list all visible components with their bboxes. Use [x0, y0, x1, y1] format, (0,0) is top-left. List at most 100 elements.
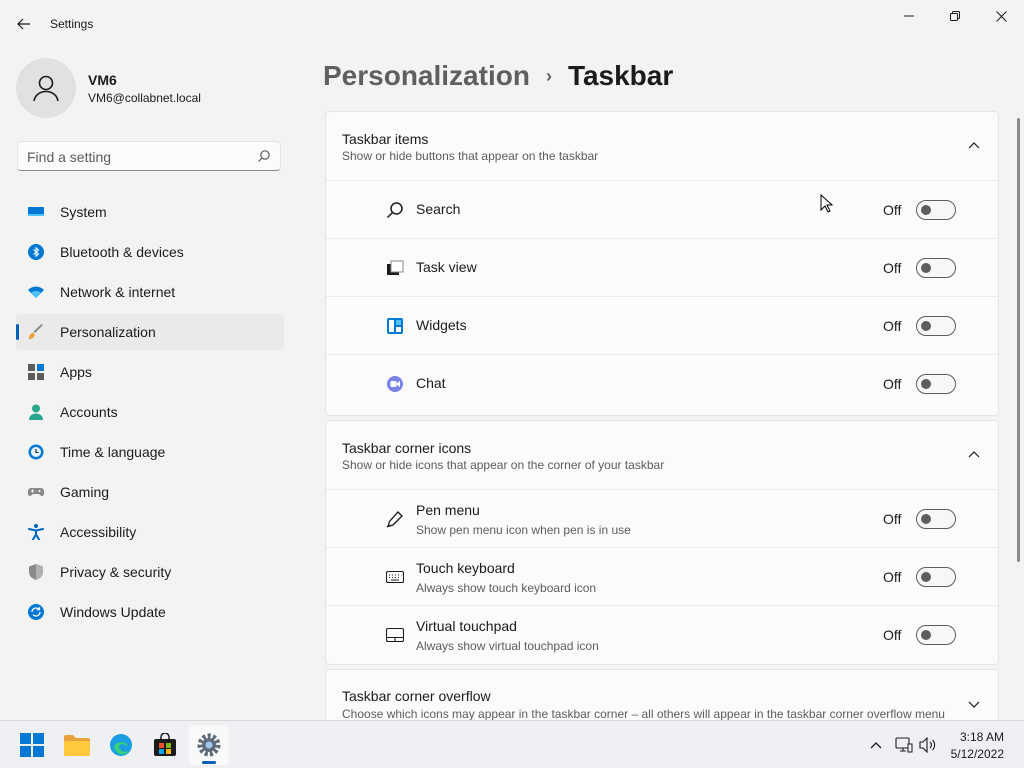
- taskbar-corner-icons-section: Taskbar corner icons Show or hide icons …: [325, 420, 999, 665]
- sidebar-nav: System Bluetooth & devices Network & int…: [16, 194, 284, 634]
- user-name: VM6: [88, 72, 117, 88]
- setting-label: Touch keyboard: [416, 560, 515, 576]
- edge-button[interactable]: [101, 725, 141, 765]
- title-bar: Settings: [0, 0, 1024, 48]
- section-subtitle: Show or hide buttons that appear on the …: [342, 149, 599, 163]
- widgets-icon: [387, 318, 403, 334]
- search-toggle[interactable]: [916, 200, 956, 220]
- section-subtitle: Show or hide icons that appear on the co…: [342, 458, 665, 472]
- section-title: Taskbar corner icons: [342, 440, 472, 456]
- corner-overflow-header[interactable]: Taskbar corner overflow Choose which ico…: [326, 670, 998, 720]
- minimize-button[interactable]: [886, 0, 932, 32]
- setting-label: Chat: [416, 375, 446, 391]
- sidebar-item-privacy[interactable]: Privacy & security: [16, 554, 284, 590]
- bluetooth-icon: [28, 244, 44, 260]
- setting-label: Pen menu: [416, 502, 480, 518]
- network-status-button[interactable]: [894, 735, 914, 755]
- search-box: [17, 141, 281, 171]
- task-view-setting-row: Task view Off: [326, 238, 998, 296]
- windows-taskbar: 3:18 AM 5/12/2022: [0, 720, 1024, 768]
- brush-icon: [28, 324, 43, 340]
- show-hidden-icons-button[interactable]: [866, 735, 886, 755]
- mouse-cursor-icon: [820, 194, 834, 213]
- chevron-up-icon[interactable]: [968, 449, 980, 461]
- settings-window: Settings VM6 VM6@collabnet.local System …: [0, 0, 1024, 720]
- sidebar-item-system[interactable]: System: [16, 194, 284, 230]
- setting-label: Search: [416, 201, 461, 217]
- virtual-touchpad-setting-row: Virtual touchpad Always show virtual tou…: [326, 605, 998, 663]
- sidebar-item-time-language[interactable]: Time & language: [16, 434, 284, 470]
- volume-button[interactable]: [918, 735, 938, 755]
- windows-logo-icon: [20, 733, 44, 757]
- sidebar-item-apps[interactable]: Apps: [16, 354, 284, 390]
- sidebar-item-windows-update[interactable]: Windows Update: [16, 594, 284, 630]
- clock-time[interactable]: 3:18 AM: [960, 730, 1004, 744]
- sidebar-item-bluetooth[interactable]: Bluetooth & devices: [16, 234, 284, 270]
- search-icon: [386, 202, 403, 219]
- sidebar-item-label: Personalization: [60, 324, 156, 340]
- breadcrumb: Personalization › Taskbar: [323, 58, 673, 94]
- taskbar-corner-overflow-section[interactable]: Taskbar corner overflow Choose which ico…: [325, 669, 999, 720]
- toggle-state-text: Off: [883, 627, 902, 643]
- apps-icon: [28, 364, 44, 380]
- touchpad-icon: [386, 627, 404, 643]
- wifi-icon: [28, 286, 44, 298]
- search-icon[interactable]: [257, 149, 271, 163]
- sidebar-item-label: Gaming: [60, 484, 110, 500]
- volume-icon: [919, 737, 936, 753]
- avatar: [16, 58, 76, 118]
- accounts-icon: [29, 404, 43, 420]
- toggle-state-text: Off: [883, 511, 902, 527]
- sidebar-item-accounts[interactable]: Accounts: [16, 394, 284, 430]
- sidebar-item-label: Windows Update: [60, 604, 166, 620]
- sidebar-item-personalization[interactable]: Personalization: [16, 314, 284, 350]
- scrollbar[interactable]: [1017, 118, 1020, 562]
- virtual-touchpad-toggle[interactable]: [916, 625, 956, 645]
- pen-menu-toggle[interactable]: [916, 509, 956, 529]
- file-explorer-button[interactable]: [57, 725, 97, 765]
- pen-icon: [386, 511, 403, 528]
- setting-description: Always show virtual touchpad icon: [416, 639, 599, 653]
- chevron-up-icon[interactable]: [968, 140, 980, 152]
- setting-label: Widgets: [416, 317, 467, 333]
- setting-label: Task view: [416, 259, 477, 275]
- taskbar-items-header[interactable]: Taskbar items Show or hide buttons that …: [326, 112, 998, 180]
- user-email: VM6@collabnet.local: [88, 91, 201, 105]
- task-view-icon: [387, 260, 404, 275]
- sidebar-item-network[interactable]: Network & internet: [16, 274, 284, 310]
- page-title: Taskbar: [567, 60, 674, 91]
- search-input[interactable]: [27, 148, 247, 165]
- gear-icon: [197, 733, 221, 757]
- section-title: Taskbar items: [342, 131, 429, 147]
- setting-description: Always show touch keyboard icon: [416, 581, 597, 595]
- store-button[interactable]: [145, 725, 185, 765]
- start-button[interactable]: [12, 725, 52, 765]
- breadcrumb-parent[interactable]: Personalization: [323, 60, 530, 92]
- gamepad-icon: [28, 488, 44, 496]
- settings-app-button[interactable]: [189, 725, 229, 765]
- task-view-toggle[interactable]: [916, 258, 956, 278]
- chevron-up-icon: [870, 742, 882, 749]
- user-profile[interactable]: VM6 VM6@collabnet.local: [16, 56, 296, 120]
- touch-keyboard-toggle[interactable]: [916, 567, 956, 587]
- toggle-state-text: Off: [883, 318, 902, 334]
- sidebar-item-gaming[interactable]: Gaming: [16, 474, 284, 510]
- chat-icon: [387, 376, 403, 392]
- sidebar-item-accessibility[interactable]: Accessibility: [16, 514, 284, 550]
- setting-description: Show pen menu icon when pen is in use: [416, 523, 631, 537]
- chat-setting-row: Chat Off: [326, 354, 998, 412]
- pen-menu-setting-row: Pen menu Show pen menu icon when pen is …: [326, 489, 998, 547]
- edge-icon: [110, 734, 132, 756]
- arrow-left-icon: [17, 18, 30, 30]
- clock-date[interactable]: 5/12/2022: [951, 747, 1004, 761]
- keyboard-icon: [386, 570, 404, 584]
- chat-toggle[interactable]: [916, 374, 956, 394]
- sidebar-item-label: Privacy & security: [60, 564, 172, 580]
- back-button[interactable]: [8, 8, 40, 40]
- corner-icons-header[interactable]: Taskbar corner icons Show or hide icons …: [326, 421, 998, 489]
- sidebar-item-label: System: [60, 204, 107, 220]
- chevron-down-icon[interactable]: [968, 698, 980, 710]
- close-button[interactable]: [978, 0, 1024, 32]
- widgets-toggle[interactable]: [916, 316, 956, 336]
- maximize-button[interactable]: [932, 0, 978, 32]
